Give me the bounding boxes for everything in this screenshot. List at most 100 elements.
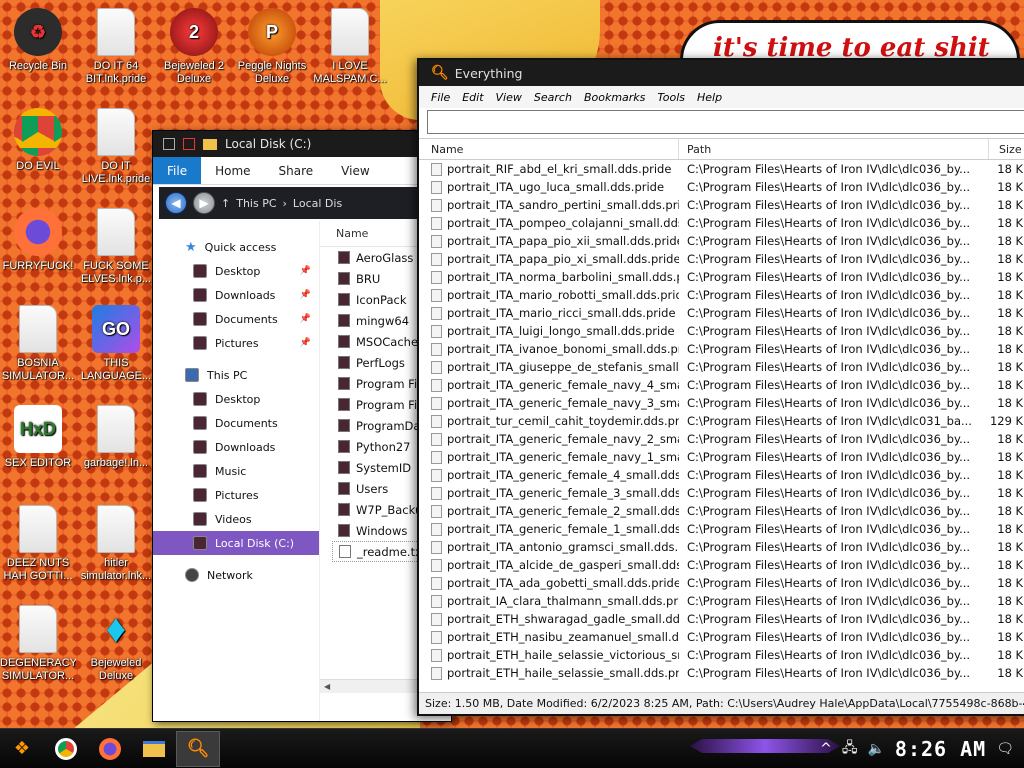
desktop-icon-item[interactable]: DO IT LIVE.lnk.pride	[78, 108, 154, 186]
up-arrow-icon[interactable]: ↑	[221, 197, 230, 210]
table-row[interactable]: portrait_ETH_shwaragad_gadle_small.dds.p…	[419, 610, 1024, 628]
desktop-icon-item[interactable]: P Peggle Nights Deluxe	[234, 8, 310, 86]
table-row[interactable]: portrait_ITA_alcide_de_gasperi_small.dds…	[419, 556, 1024, 574]
nav-network[interactable]: Network	[153, 563, 319, 587]
table-row[interactable]: portrait_ITA_generic_female_1_small.dds.…	[419, 520, 1024, 538]
table-row[interactable]: portrait_ITA_luigi_longo_small.dds.pride…	[419, 322, 1024, 340]
nav-quick-desktop[interactable]: Desktop 📌	[153, 259, 319, 283]
notification-icon[interactable]: 🗨	[996, 741, 1014, 757]
menu-help[interactable]: Help	[691, 91, 728, 104]
desktop-icon-item[interactable]: HxD SEX EDITOR	[0, 405, 76, 470]
desktop-icon-item[interactable]: GO THIS LANGUAGE...	[78, 305, 154, 383]
file-explorer-window[interactable]: Local Disk (C:) File Home Share View ◀ ▶…	[152, 130, 452, 722]
table-row[interactable]: portrait_tur_cemil_cahit_toydemir.dds.pr…	[419, 412, 1024, 430]
table-row[interactable]: portrait_ITA_mario_robotti_small.dds.pri…	[419, 286, 1024, 304]
scroll-left-icon[interactable]: ◀	[324, 682, 330, 691]
table-row[interactable]: portrait_ETH_nasibu_zeamanuel_small.dds.…	[419, 628, 1024, 646]
table-row[interactable]: portrait_ITA_mario_ricci_small.dds.pride…	[419, 304, 1024, 322]
menu-view[interactable]: View	[490, 91, 528, 104]
taskbar-chrome[interactable]	[44, 731, 88, 767]
nav-pc-videos[interactable]: Videos	[153, 507, 319, 531]
table-row[interactable]: portrait_ETH_haile_selassie_victorious_s…	[419, 646, 1024, 664]
table-row[interactable]: portrait_IA_clara_thalmann_small.dds.pri…	[419, 592, 1024, 610]
menu-bookmarks[interactable]: Bookmarks	[578, 91, 651, 104]
tab-share[interactable]: Share	[265, 157, 328, 184]
table-row[interactable]: portrait_ITA_antonio_gramsci_small.dds.p…	[419, 538, 1024, 556]
desktop-icon-item[interactable]: FUCK SOME ELVES.lnk.p...	[78, 208, 154, 286]
breadcrumb-this-pc[interactable]: This PC	[236, 197, 276, 210]
desktop-icon-item[interactable]: DEEZ NUTS HAH GOTTI...	[0, 505, 76, 583]
cell-size: 18 KB	[997, 342, 1024, 356]
table-row[interactable]: portrait_ITA_papa_pio_xii_small.dds.prid…	[419, 232, 1024, 250]
column-header-name[interactable]: Name	[419, 139, 679, 159]
nav-pc-desktop[interactable]: Desktop	[153, 387, 319, 411]
back-button[interactable]: ◀	[165, 192, 187, 214]
table-row[interactable]: portrait_ITA_generic_female_navy_4_small…	[419, 376, 1024, 394]
address-bar[interactable]: ◀ ▶ ↑ This PC › Local Dis	[159, 187, 445, 219]
nav-quick-pictures[interactable]: Pictures 📌	[153, 331, 319, 355]
everything-title-bar[interactable]: 🔍︎ Everything	[419, 60, 1024, 86]
forward-button[interactable]: ▶	[193, 192, 215, 214]
clock[interactable]: 8:26 AM	[895, 737, 986, 761]
taskbar-firefox[interactable]	[88, 731, 132, 767]
table-row[interactable]: portrait_RIF_abd_el_kri_small.dds.pride C…	[419, 160, 1024, 178]
desktop-icon-item[interactable]: 2 Bejeweled 2 Deluxe	[156, 8, 232, 86]
search-input[interactable]	[427, 110, 1024, 134]
everything-window[interactable]: 🔍︎ Everything File Edit View Search Book…	[417, 58, 1024, 716]
desktop-icon-item[interactable]: I LOVE MALSPAM C...	[312, 8, 388, 86]
table-row[interactable]: portrait_ITA_ivanoe_bonomi_small.dds.pri…	[419, 340, 1024, 358]
table-row[interactable]: portrait_ITA_generic_female_navy_3_small…	[419, 394, 1024, 412]
nav-pc-pictures[interactable]: Pictures	[153, 483, 319, 507]
network-icon[interactable]: 🖧	[842, 737, 858, 761]
column-header-path[interactable]: Path	[679, 139, 989, 159]
nav-local-disk[interactable]: Local Disk (C:)	[153, 531, 319, 555]
chevron-up-icon[interactable]: ^	[820, 741, 832, 757]
desktop-icon-item[interactable]: hitler simulator.lnk...	[78, 505, 154, 583]
table-row[interactable]: portrait_ITA_pompeo_colajanni_small.dds.…	[419, 214, 1024, 232]
table-row[interactable]: portrait_ITA_generic_female_navy_2_small…	[419, 430, 1024, 448]
menu-search[interactable]: Search	[528, 91, 578, 104]
taskbar-everything[interactable]: 🔍︎	[176, 730, 220, 767]
tab-file[interactable]: File	[153, 157, 202, 184]
desktop-icon-item[interactable]: DO IT 64 BIT.lnk.pride	[78, 8, 154, 86]
nav-quick-downloads[interactable]: Downloads 📌	[153, 283, 319, 307]
nav-quick-access[interactable]: ★ Quick access	[153, 235, 319, 259]
nav-pc-music[interactable]: Music	[153, 459, 319, 483]
table-row[interactable]: portrait_ITA_generic_female_4_small.dds.…	[419, 466, 1024, 484]
table-row[interactable]: portrait_ITA_giuseppe_de_stefanis_small.…	[419, 358, 1024, 376]
desktop-icon-item[interactable]: ♦ Bejeweled Deluxe	[78, 605, 154, 683]
nav-quick-documents[interactable]: Documents 📌	[153, 307, 319, 331]
desktop-icon-item[interactable]: DEGENERACY SIMULATOR...	[0, 605, 76, 683]
breadcrumb-local-disk[interactable]: Local Dis	[293, 197, 342, 210]
nav-this-pc[interactable]: This PC	[153, 363, 319, 387]
desktop-icon-item[interactable]: BOSNIA SIMULATOR...	[0, 305, 76, 383]
column-header-size[interactable]: Size	[989, 139, 1024, 159]
nav-pc-downloads[interactable]: Downloads	[153, 435, 319, 459]
volume-icon[interactable]: 🔈	[867, 741, 884, 757]
desktop-icon-item[interactable]: ♻ Recycle Bin	[0, 8, 76, 73]
table-row[interactable]: portrait_ETH_haile_selassie_small.dds.pr…	[419, 664, 1024, 682]
nav-pc-documents[interactable]: Documents	[153, 411, 319, 435]
desktop-icon-item[interactable]: garbage!.ln...	[78, 405, 154, 470]
desktop-icon-item[interactable]: FURRYFUCK!	[0, 208, 76, 273]
table-row[interactable]: portrait_ITA_generic_female_2_small.dds.…	[419, 502, 1024, 520]
desktop-icon-item[interactable]: DO EVIL	[0, 108, 76, 173]
table-row[interactable]: portrait_ITA_ugo_luca_small.dds.pride C:\…	[419, 178, 1024, 196]
tab-view[interactable]: View	[327, 157, 383, 184]
table-row[interactable]: portrait_ITA_papa_pio_xi_small.dds.pride…	[419, 250, 1024, 268]
table-row[interactable]: portrait_ITA_generic_female_3_small.dds.…	[419, 484, 1024, 502]
menu-tools[interactable]: Tools	[651, 91, 691, 104]
table-row[interactable]: portrait_ITA_sandro_pertini_small.dds.pr…	[419, 196, 1024, 214]
table-row[interactable]: portrait_ITA_generic_female_navy_1_small…	[419, 448, 1024, 466]
properties-icon[interactable]	[183, 138, 195, 150]
cell-name: portrait_tur_cemil_cahit_toydemir.dds.pr…	[419, 412, 679, 430]
start-button[interactable]: ❖	[0, 731, 44, 767]
folder-icon	[203, 138, 217, 150]
menu-edit[interactable]: Edit	[456, 91, 489, 104]
table-row[interactable]: portrait_ITA_ada_gobetti_small.dds.pride…	[419, 574, 1024, 592]
table-row[interactable]: portrait_ITA_norma_barbolini_small.dds.p…	[419, 268, 1024, 286]
tab-home[interactable]: Home	[201, 157, 264, 184]
explorer-title-bar[interactable]: Local Disk (C:)	[153, 131, 451, 157]
menu-file[interactable]: File	[425, 91, 456, 104]
taskbar-file-explorer[interactable]	[132, 731, 176, 767]
